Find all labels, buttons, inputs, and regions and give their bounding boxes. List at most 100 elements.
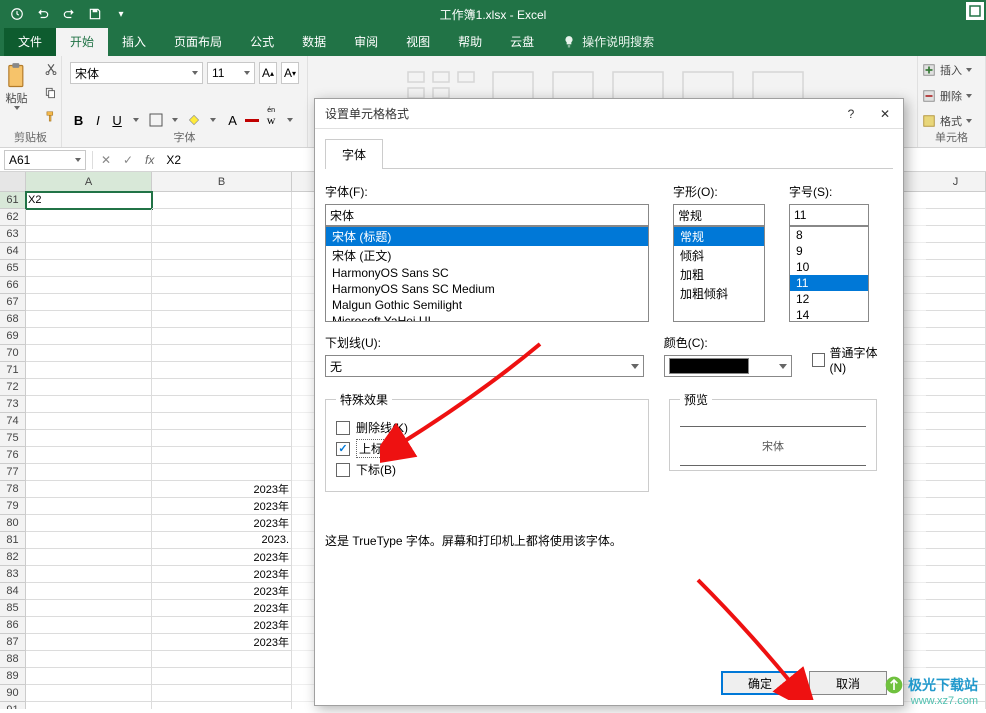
cell[interactable] [26, 209, 152, 226]
cell[interactable]: 2023年 [152, 481, 292, 498]
cell[interactable] [152, 209, 292, 226]
cell[interactable] [152, 277, 292, 294]
cells-insert-button[interactable]: 插入 [922, 62, 981, 78]
cell[interactable] [152, 464, 292, 481]
list-item[interactable]: 9 [790, 243, 868, 259]
cell[interactable] [26, 600, 152, 617]
select-all-corner[interactable] [0, 172, 26, 191]
cell[interactable] [152, 396, 292, 413]
list-item[interactable]: HarmonyOS Sans SC [326, 265, 648, 281]
tab-font-dialog[interactable]: 字体 [325, 139, 383, 169]
cell[interactable] [152, 651, 292, 668]
list-item[interactable]: HarmonyOS Sans SC Medium [326, 281, 648, 297]
cell[interactable] [926, 430, 986, 447]
cell[interactable]: 2023年 [152, 515, 292, 532]
tab-view[interactable]: 视图 [392, 27, 444, 56]
cell[interactable] [926, 362, 986, 379]
tab-home[interactable]: 开始 [56, 27, 108, 56]
cell[interactable] [26, 243, 152, 260]
cell[interactable] [152, 379, 292, 396]
row-header[interactable]: 73 [0, 396, 26, 413]
column-header-b[interactable]: B [152, 172, 292, 191]
cell[interactable] [926, 379, 986, 396]
cell[interactable] [926, 277, 986, 294]
cell[interactable] [152, 243, 292, 260]
cell[interactable] [926, 549, 986, 566]
cell[interactable] [152, 447, 292, 464]
row-header[interactable]: 64 [0, 243, 26, 260]
cell[interactable] [926, 600, 986, 617]
cell[interactable] [926, 243, 986, 260]
cell[interactable] [926, 685, 986, 702]
cell[interactable] [26, 362, 152, 379]
column-header-j[interactable]: J [926, 172, 986, 191]
increase-font-icon[interactable]: A▴ [259, 62, 277, 84]
cells-delete-button[interactable]: 删除 [922, 88, 981, 104]
list-item[interactable]: 12 [790, 291, 868, 307]
cell[interactable] [26, 260, 152, 277]
font-color-swatch[interactable] [243, 109, 260, 131]
copy-icon[interactable] [39, 82, 63, 104]
ok-button[interactable]: 确定 [721, 671, 799, 695]
name-box[interactable]: A61 [4, 150, 86, 170]
cell[interactable] [26, 430, 152, 447]
row-header[interactable]: 66 [0, 277, 26, 294]
underline-button[interactable]: U [109, 109, 126, 131]
list-item[interactable]: 倾斜 [674, 246, 764, 265]
cell[interactable]: 2023年 [152, 498, 292, 515]
row-header[interactable]: 71 [0, 362, 26, 379]
cell[interactable] [26, 277, 152, 294]
normal-font-checkbox[interactable]: 普通字体(N) [812, 344, 893, 375]
cell[interactable]: 2023年 [152, 549, 292, 566]
tab-cloud[interactable]: 云盘 [496, 27, 548, 56]
cell[interactable] [926, 617, 986, 634]
superscript-checkbox[interactable]: 上标(E) [336, 439, 638, 458]
cell[interactable] [926, 294, 986, 311]
cell[interactable] [26, 668, 152, 685]
cell[interactable] [26, 447, 152, 464]
cut-icon[interactable] [39, 58, 63, 80]
list-item[interactable]: 8 [790, 227, 868, 243]
italic-button[interactable]: I [89, 109, 106, 131]
cell[interactable] [26, 583, 152, 600]
row-header[interactable]: 77 [0, 464, 26, 481]
size-list[interactable]: 8910111214 [789, 226, 869, 322]
row-header[interactable]: 63 [0, 226, 26, 243]
row-header[interactable]: 79 [0, 498, 26, 515]
row-header[interactable]: 89 [0, 668, 26, 685]
row-header[interactable]: 62 [0, 209, 26, 226]
tell-me-search[interactable]: 操作说明搜索 [548, 27, 668, 56]
qat-customize-icon[interactable]: ▾ [110, 3, 132, 25]
phonetic-guide-dropdown-icon[interactable] [282, 109, 299, 131]
cell[interactable] [926, 651, 986, 668]
cell[interactable] [926, 498, 986, 515]
list-item[interactable]: 加粗倾斜 [674, 284, 764, 303]
row-header[interactable]: 72 [0, 379, 26, 396]
cell[interactable] [26, 226, 152, 243]
row-header[interactable]: 75 [0, 430, 26, 447]
dialog-title-bar[interactable]: 设置单元格格式 ? ✕ [315, 99, 903, 129]
cell[interactable]: 2023年 [152, 583, 292, 600]
color-combo[interactable] [664, 355, 792, 377]
cell[interactable] [26, 532, 152, 549]
cell[interactable] [926, 481, 986, 498]
row-header[interactable]: 70 [0, 345, 26, 362]
row-header[interactable]: 68 [0, 311, 26, 328]
style-input[interactable] [673, 204, 765, 226]
font-list[interactable]: 宋体 (标题)宋体 (正文)HarmonyOS Sans SCHarmonyOS… [325, 226, 649, 322]
cell[interactable] [926, 328, 986, 345]
underline-combo[interactable]: 无 [325, 355, 644, 377]
cell[interactable] [26, 549, 152, 566]
cell[interactable] [152, 702, 292, 709]
list-item[interactable]: 10 [790, 259, 868, 275]
row-header[interactable]: 81 [0, 532, 26, 549]
cell[interactable] [26, 498, 152, 515]
dialog-help-icon[interactable]: ? [843, 106, 859, 122]
cell[interactable] [26, 566, 152, 583]
border-dropdown-icon[interactable] [166, 109, 183, 131]
row-header[interactable]: 82 [0, 549, 26, 566]
tab-review[interactable]: 审阅 [340, 27, 392, 56]
cell[interactable] [26, 685, 152, 702]
cell[interactable] [26, 702, 152, 709]
cell[interactable] [26, 413, 152, 430]
